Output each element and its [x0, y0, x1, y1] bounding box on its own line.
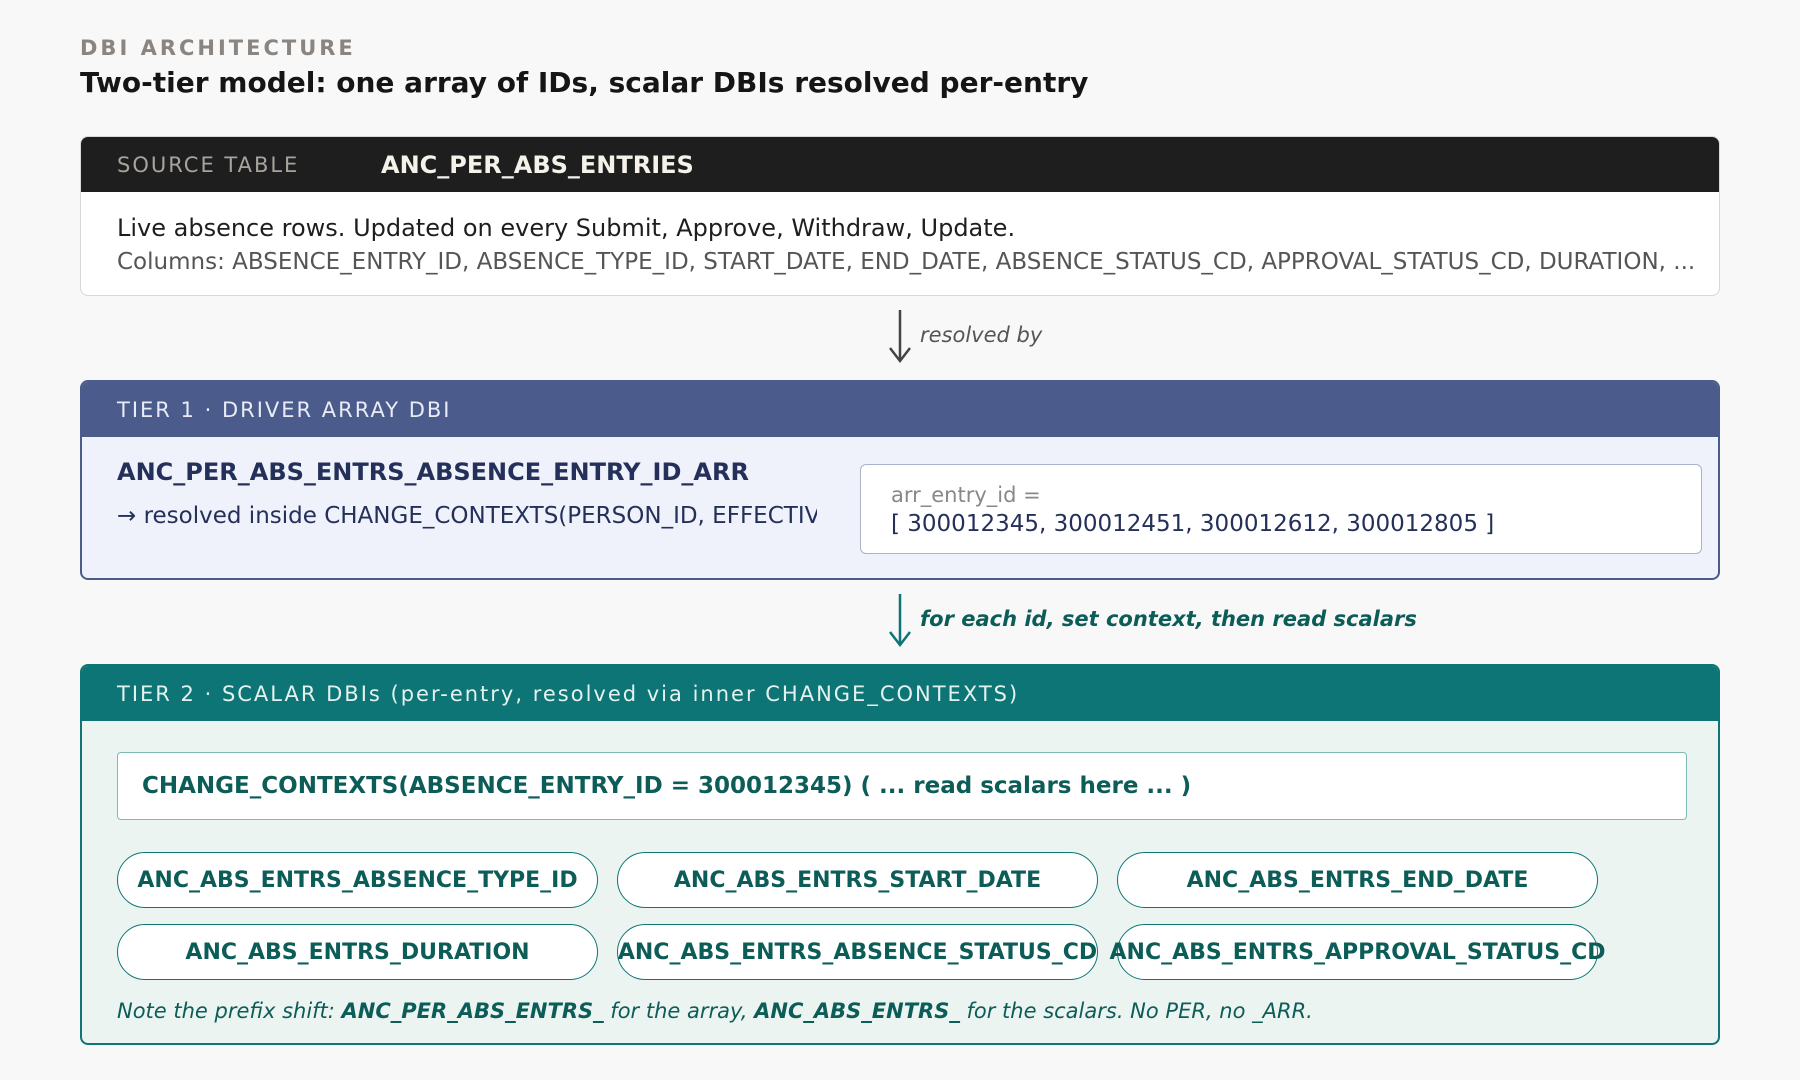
scalar-dbi-pill: ANC_ABS_ENTRS_END_DATE: [1117, 852, 1598, 908]
tier1-header: TIER 1 · DRIVER ARRAY DBI: [82, 382, 1718, 437]
tier1-resolve-note: → resolved inside CHANGE_CONTEXTS(PERSON…: [117, 503, 817, 529]
scalar-dbi-pill: ANC_ABS_ENTRS_DURATION: [117, 924, 598, 980]
prefix-shift-note: Note the prefix shift: ANC_PER_ABS_ENTRS…: [117, 999, 1313, 1023]
source-table-box: SOURCE TABLE ANC_PER_ABS_ENTRIES Live ab…: [80, 136, 1720, 296]
source-table-columns: Columns: ABSENCE_ENTRY_ID, ABSENCE_TYPE_…: [117, 249, 1696, 275]
diagram-title: Two-tier model: one array of IDs, scalar…: [80, 66, 1089, 99]
array-value-box: arr_entry_id = [ 300012345, 300012451, 3…: [860, 464, 1702, 554]
array-value: [ 300012345, 300012451, 300012612, 30001…: [891, 511, 1495, 537]
note-text: for the array,: [603, 999, 755, 1023]
connector-label-for-each: for each id, set context, then read scal…: [920, 607, 1417, 631]
scalar-dbi-pill: ANC_ABS_ENTRS_ABSENCE_TYPE_ID: [117, 852, 598, 908]
scalar-dbi-pill: ANC_ABS_ENTRS_ABSENCE_STATUS_CD: [617, 924, 1098, 980]
source-table-name: ANC_PER_ABS_ENTRIES: [381, 150, 694, 179]
change-contexts-box: CHANGE_CONTEXTS(ABSENCE_ENTRY_ID = 30001…: [117, 752, 1687, 820]
tier2-header: TIER 2 · SCALAR DBIs (per-entry, resolve…: [82, 666, 1718, 721]
source-table-label: SOURCE TABLE: [117, 152, 300, 177]
note-text: Note the prefix shift:: [117, 999, 342, 1023]
connector-label-resolved-by: resolved by: [920, 323, 1043, 347]
scalar-dbi-pill: ANC_ABS_ENTRS_APPROVAL_STATUS_CD: [1110, 924, 1605, 980]
down-arrow-icon: [889, 594, 911, 648]
source-table-body: Live absence rows. Updated on every Subm…: [81, 192, 1719, 278]
down-arrow-icon: [889, 310, 911, 364]
array-label: arr_entry_id =: [891, 483, 1041, 507]
diagram-eyebrow: DBI ARCHITECTURE: [80, 36, 356, 60]
note-scalar-prefix: ANC_ABS_ENTRS_: [754, 999, 960, 1023]
tier1-dbi-name: ANC_PER_ABS_ENTRS_ABSENCE_ENTRY_ID_ARR: [117, 458, 749, 486]
source-table-header: SOURCE TABLE ANC_PER_ABS_ENTRIES: [81, 137, 1719, 192]
note-text: for the scalars. No PER, no _ARR.: [959, 999, 1313, 1023]
source-table-description: Live absence rows. Updated on every Subm…: [117, 214, 1016, 242]
tier2-box: TIER 2 · SCALAR DBIs (per-entry, resolve…: [80, 664, 1720, 1045]
note-array-prefix: ANC_PER_ABS_ENTRS_: [341, 999, 604, 1023]
tier1-box: TIER 1 · DRIVER ARRAY DBI ANC_PER_ABS_EN…: [80, 380, 1720, 580]
scalar-dbi-pill: ANC_ABS_ENTRS_START_DATE: [617, 852, 1098, 908]
